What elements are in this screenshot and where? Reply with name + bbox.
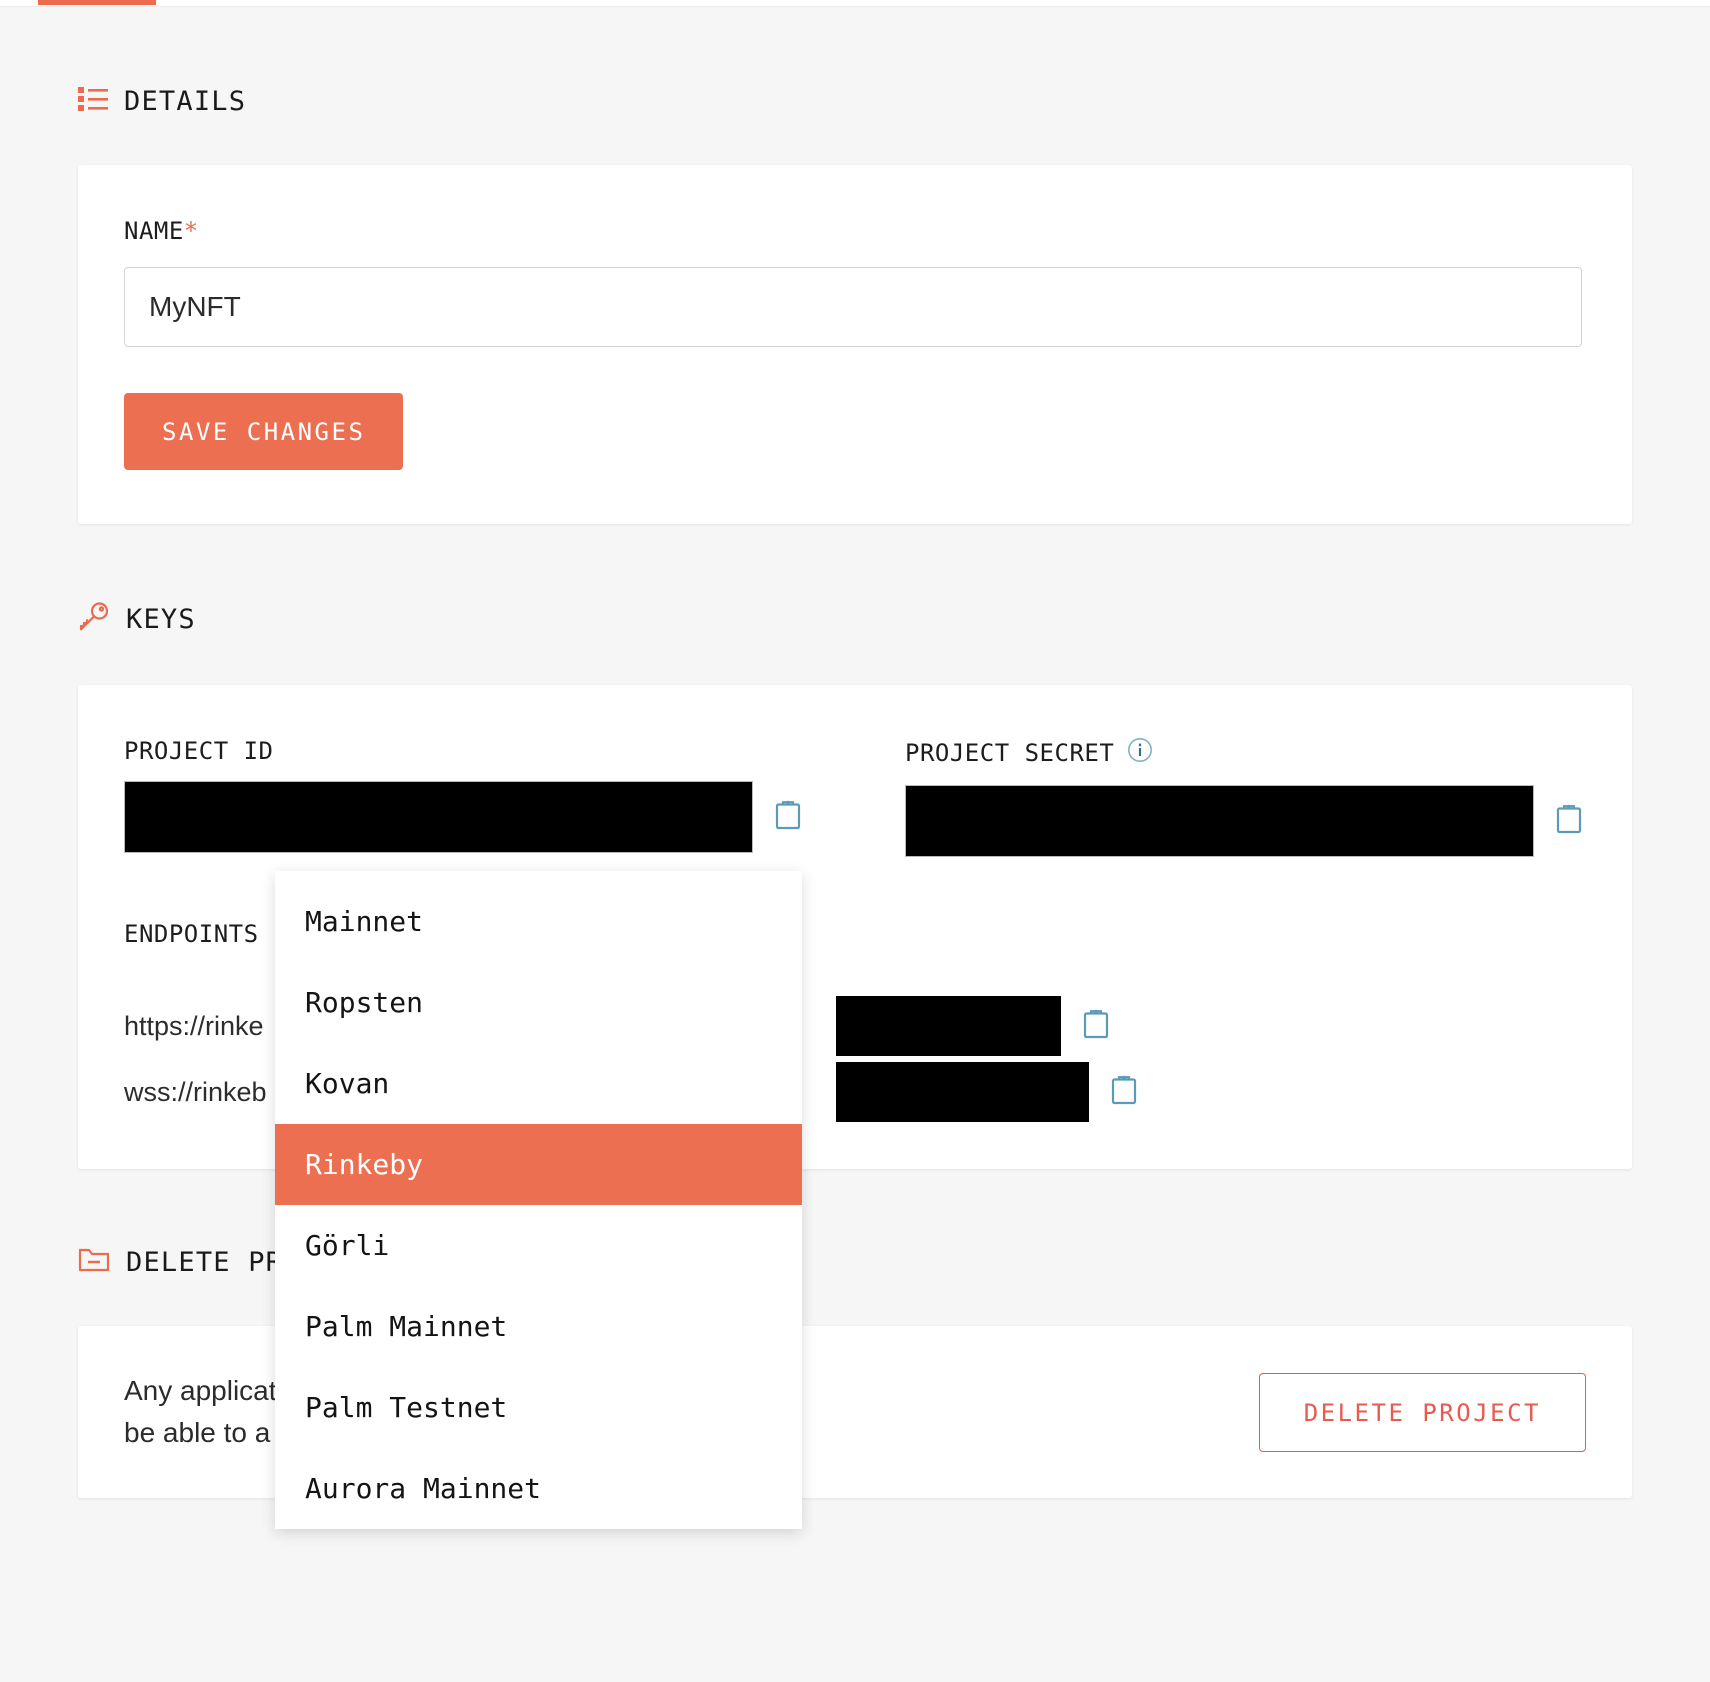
- project-secret-label-text: PROJECT SECRET: [905, 739, 1115, 767]
- project-name-input[interactable]: [124, 267, 1582, 347]
- project-id-row: [124, 781, 801, 853]
- save-changes-button[interactable]: SAVE CHANGES: [124, 393, 404, 470]
- dropdown-item-gorli[interactable]: Görli: [275, 1205, 802, 1286]
- clipboard-copy-icon[interactable]: [1083, 1009, 1109, 1044]
- delete-project-button[interactable]: DELETE PROJECT: [1258, 1372, 1586, 1452]
- top-tab-bar: [0, 0, 1710, 7]
- endpoints-label: ENDPOINTS: [124, 920, 259, 948]
- clipboard-copy-icon[interactable]: [775, 800, 801, 835]
- project-id-label-text: PROJECT ID: [124, 737, 274, 765]
- keys-grid: PROJECT ID PROJECT SECRET: [124, 737, 1582, 857]
- keys-section-header: KEYS: [0, 602, 1710, 637]
- dropdown-item-ropsten[interactable]: Ropsten: [275, 962, 802, 1043]
- keys-title: KEYS: [126, 604, 196, 635]
- network-dropdown-menu[interactable]: Mainnet Ropsten Kovan Rinkeby Görli Palm…: [275, 871, 802, 1529]
- project-id-label: PROJECT ID: [124, 737, 801, 765]
- name-label-text: NAME: [124, 217, 184, 245]
- info-circle-icon[interactable]: [1127, 737, 1153, 769]
- project-id-value-redacted: [124, 781, 753, 853]
- folder-minus-icon: [78, 1247, 110, 1278]
- endpoint-https-redacted: [836, 996, 1061, 1056]
- dropdown-item-rinkeby[interactable]: Rinkeby: [275, 1124, 802, 1205]
- endpoint-wss-redacted: [836, 1062, 1089, 1122]
- delete-section-header: DELETE PROJECT: [0, 1247, 1710, 1278]
- dropdown-item-palm-testnet[interactable]: Palm Testnet: [275, 1367, 802, 1448]
- dropdown-item-kovan[interactable]: Kovan: [275, 1043, 802, 1124]
- details-section-header: DETAILS: [0, 86, 1710, 117]
- dropdown-item-mainnet[interactable]: Mainnet: [275, 881, 802, 962]
- project-secret-label: PROJECT SECRET: [905, 737, 1582, 769]
- project-secret-value-redacted: [905, 785, 1534, 857]
- list-icon: [78, 86, 108, 117]
- key-icon: [78, 602, 110, 637]
- delete-desc-line2-start: be able to a: [124, 1417, 271, 1448]
- clipboard-copy-icon[interactable]: [1111, 1075, 1137, 1110]
- clipboard-copy-icon[interactable]: [1556, 804, 1582, 839]
- active-tab-indicator: [38, 0, 156, 5]
- details-card: NAME* SAVE CHANGES: [78, 165, 1632, 524]
- delete-desc-line1-start: Any applicat: [124, 1375, 277, 1406]
- project-secret-column: PROJECT SECRET: [905, 737, 1582, 857]
- project-settings-page: DETAILS NAME* SAVE CHANGES: [0, 0, 1710, 1682]
- details-title: DETAILS: [124, 86, 247, 117]
- dropdown-item-aurora-mainnet[interactable]: Aurora Mainnet: [275, 1448, 802, 1529]
- required-asterisk: *: [183, 217, 199, 245]
- page-content: DETAILS NAME* SAVE CHANGES: [0, 8, 1710, 1498]
- dropdown-item-palm-mainnet[interactable]: Palm Mainnet: [275, 1286, 802, 1367]
- project-id-column: PROJECT ID: [124, 737, 801, 857]
- project-secret-row: [905, 785, 1582, 857]
- name-field-label: NAME*: [124, 217, 1582, 245]
